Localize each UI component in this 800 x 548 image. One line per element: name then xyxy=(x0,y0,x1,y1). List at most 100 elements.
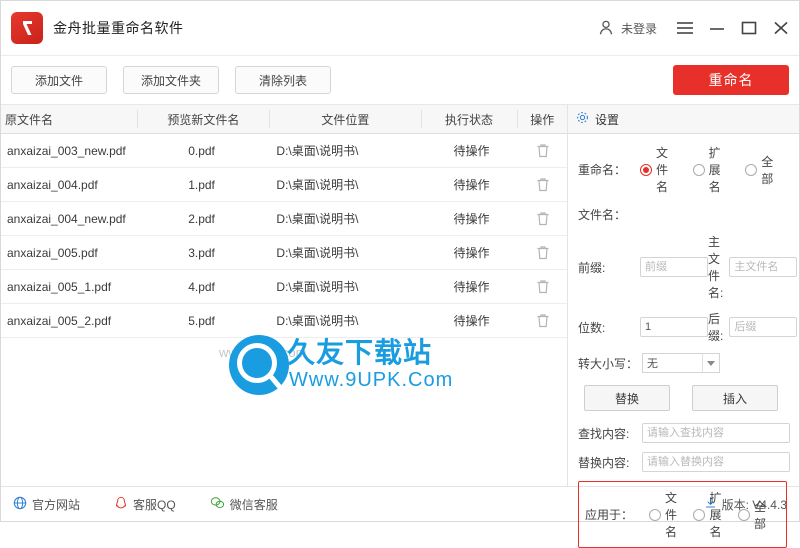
action-button-row: 替换 插入 xyxy=(584,385,789,411)
cell-status: 待操作 xyxy=(453,178,490,192)
settings-body: 重命名： 文件名 扩展名 全部 文件名： 前缀: 前缀 主文件名: 主文件名 位… xyxy=(568,134,799,548)
rename-option-filename[interactable]: 文件名 xyxy=(640,144,679,195)
filename-section-row: 文件名： xyxy=(578,204,789,224)
main-body: 原文件名 预览新文件名 文件位置 执行状态 操作 anxaizai_003_ne… xyxy=(1,105,799,548)
gear-icon xyxy=(576,111,589,127)
cell-status: 待操作 xyxy=(453,212,490,226)
radio-dot xyxy=(693,508,706,521)
suffix-input[interactable] xyxy=(729,317,798,337)
replace-input[interactable] xyxy=(642,452,790,472)
minimize-icon[interactable] xyxy=(703,14,731,42)
digits-input[interactable] xyxy=(640,317,708,337)
cell-location: D:\桌面\说明书\ xyxy=(276,212,359,226)
table-row[interactable]: anxaizai_005_2.pdf 5.pdf D:\桌面\说明书\ 待操作 xyxy=(1,304,567,338)
qq-support-link[interactable]: 客服QQ xyxy=(114,496,176,513)
insert-button[interactable]: 插入 xyxy=(692,385,778,411)
prefix-row: 前缀: 主文件名: xyxy=(578,233,798,301)
find-input[interactable] xyxy=(642,423,790,443)
delete-icon[interactable] xyxy=(518,134,567,167)
rename-button[interactable]: 重命名 xyxy=(673,65,789,95)
cell-preview: 5.pdf xyxy=(188,313,215,328)
cell-original: anxaizai_005_1.pdf xyxy=(7,279,112,294)
case-select[interactable]: 无 xyxy=(642,353,720,373)
apply-option-label: 扩展名 xyxy=(709,491,722,539)
cell-original: anxaizai_005.pdf xyxy=(7,245,98,260)
digits-row: 位数: 后缀: xyxy=(578,310,798,344)
delete-icon[interactable] xyxy=(518,270,567,303)
official-site-link[interactable]: 官方网站 xyxy=(13,496,80,513)
official-site-label: 官方网站 xyxy=(32,497,81,512)
digits-label: 位数: xyxy=(578,320,606,335)
toolbar: 添加文件 添加文件夹 清除列表 重命名 xyxy=(1,56,799,105)
delete-icon[interactable] xyxy=(518,202,567,235)
login-status-label: 未登录 xyxy=(620,21,657,36)
column-header-status: 执行状态 xyxy=(445,112,494,127)
radio-dot xyxy=(745,163,758,176)
chevron-down-icon xyxy=(707,361,715,366)
close-icon[interactable] xyxy=(767,14,795,42)
maximize-icon[interactable] xyxy=(735,14,763,42)
find-label: 查找内容: xyxy=(578,426,630,441)
cell-original: anxaizai_004.pdf xyxy=(7,177,98,192)
rename-option-label: 扩展名 xyxy=(708,146,721,194)
radio-dot xyxy=(692,163,705,176)
clear-list-button[interactable]: 清除列表 xyxy=(235,66,331,94)
app-logo-icon xyxy=(11,12,43,44)
add-folder-button[interactable]: 添加文件夹 xyxy=(123,66,219,94)
add-file-button[interactable]: 添加文件 xyxy=(11,66,107,94)
column-header-original: 原文件名 xyxy=(5,112,54,127)
replace-button[interactable]: 替换 xyxy=(584,385,670,411)
cell-status: 待操作 xyxy=(453,280,490,294)
settings-header: 设置 xyxy=(568,105,799,134)
cell-location: D:\桌面\说明书\ xyxy=(276,280,359,294)
apply-option-all[interactable]: 全部 xyxy=(737,498,766,532)
filename-label: 文件名： xyxy=(578,207,627,222)
rename-label: 重命名： xyxy=(578,163,627,177)
apply-option-label: 全部 xyxy=(753,499,766,531)
cell-status: 待操作 xyxy=(453,144,490,158)
wechat-icon xyxy=(210,496,225,513)
application-window: 金舟批量重命名软件 未登录 添加文件 添加文件夹 清除列表 重命名 原文件名 预… xyxy=(0,0,800,548)
find-row: 查找内容: xyxy=(578,423,790,443)
settings-pane: 设置 重命名： 文件名 扩展名 全部 文件名： 前缀: 前缀 主文件名: 主文件… xyxy=(568,105,799,548)
radio-dot xyxy=(649,508,661,521)
table-row[interactable]: anxaizai_005_1.pdf 4.pdf D:\桌面\说明书\ 待操作 xyxy=(1,270,567,304)
delete-icon[interactable] xyxy=(518,168,567,201)
cell-original: anxaizai_005_2.pdf xyxy=(7,313,112,328)
delete-icon[interactable] xyxy=(518,304,567,337)
wechat-support-link[interactable]: 微信客服 xyxy=(210,496,278,513)
rename-option-label: 全部 xyxy=(761,154,774,186)
radio-dot-selected xyxy=(640,163,652,176)
main-name-input[interactable] xyxy=(729,257,798,277)
file-list-pane: 原文件名 预览新文件名 文件位置 执行状态 操作 anxaizai_003_ne… xyxy=(1,105,568,486)
user-icon xyxy=(597,19,615,37)
rename-option-all[interactable]: 全部 xyxy=(745,153,775,187)
cell-preview: 3.pdf xyxy=(188,245,215,260)
apply-option-label: 文件名 xyxy=(665,491,678,539)
replace-content-row: 替换内容: xyxy=(578,452,790,472)
cell-location: D:\桌面\说明书\ xyxy=(276,314,359,328)
globe-icon xyxy=(13,496,27,513)
settings-title: 设置 xyxy=(595,112,620,127)
prefix-input[interactable] xyxy=(640,257,708,277)
rename-option-label: 文件名 xyxy=(656,146,669,194)
table-row[interactable]: anxaizai_004_new.pdf 2.pdf D:\桌面\说明书\ 待操… xyxy=(1,202,567,236)
cell-preview: 0.pdf xyxy=(188,143,215,158)
cell-location: D:\桌面\说明书\ xyxy=(276,246,359,260)
table-header-row: 原文件名 预览新文件名 文件位置 执行状态 操作 xyxy=(1,105,567,134)
table-row[interactable]: anxaizai_003_new.pdf 0.pdf D:\桌面\说明书\ 待操… xyxy=(1,134,567,168)
apply-option-extension[interactable]: 扩展名 xyxy=(693,489,723,540)
table-body: anxaizai_003_new.pdf 0.pdf D:\桌面\说明书\ 待操… xyxy=(1,134,567,338)
user-login-area[interactable]: 未登录 xyxy=(597,19,657,37)
rename-option-extension[interactable]: 扩展名 xyxy=(692,144,732,195)
apply-option-filename[interactable]: 文件名 xyxy=(649,489,679,540)
delete-icon[interactable] xyxy=(518,236,567,269)
wechat-support-label: 微信客服 xyxy=(229,497,278,512)
menu-icon[interactable] xyxy=(671,14,699,42)
case-select-value: 无 xyxy=(647,358,658,370)
table-row[interactable]: anxaizai_004.pdf 1.pdf D:\桌面\说明书\ 待操作 xyxy=(1,168,567,202)
cell-status: 待操作 xyxy=(453,246,490,260)
cell-status: 待操作 xyxy=(453,314,490,328)
table-row[interactable]: anxaizai_005.pdf 3.pdf D:\桌面\说明书\ 待操作 xyxy=(1,236,567,270)
title-bar: 金舟批量重命名软件 未登录 xyxy=(1,1,799,56)
